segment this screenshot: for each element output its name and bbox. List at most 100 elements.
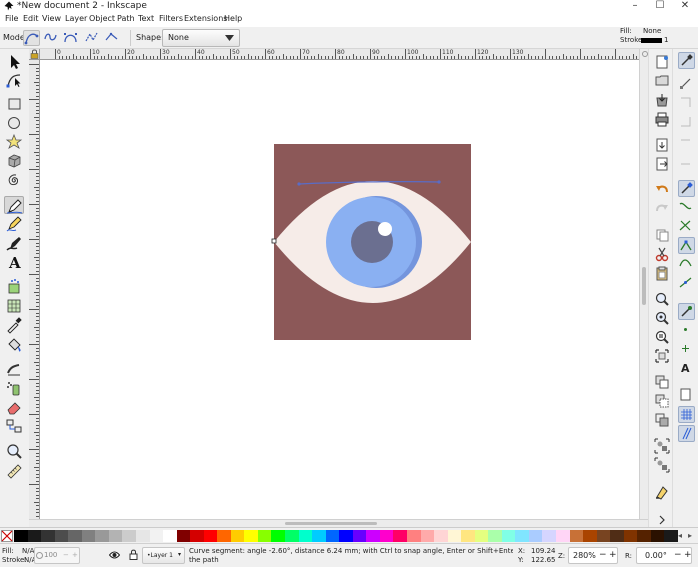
snap-rotation-center-toggle[interactable] (678, 341, 695, 358)
palette-swatch[interactable] (393, 530, 408, 542)
palette-swatch[interactable] (285, 530, 300, 542)
text-tool[interactable]: A (4, 253, 24, 272)
print-icon[interactable] (654, 111, 670, 127)
palette-swatch[interactable] (54, 530, 69, 542)
snap-grid-toggle[interactable] (678, 406, 695, 423)
opacity-decrement-button[interactable]: − (63, 551, 69, 560)
snap-guides-toggle[interactable] (678, 425, 695, 442)
palette-scroll-left-icon[interactable]: ◂ (678, 531, 682, 540)
layer-lock-icon[interactable] (129, 549, 138, 560)
snap-intersections-toggle[interactable] (678, 218, 695, 235)
maximize-button[interactable]: ☐ (647, 0, 673, 12)
palette-swatch[interactable] (122, 530, 137, 542)
snap-bounding-box-toggle[interactable] (678, 76, 695, 93)
snap-paths-toggle[interactable] (678, 199, 695, 216)
menu-view[interactable]: View (42, 13, 61, 25)
rotation-increment-button[interactable]: + (684, 550, 692, 560)
measure-tool[interactable] (4, 461, 24, 479)
palette-swatch[interactable] (298, 530, 313, 542)
snap-nodes-toggle[interactable] (678, 180, 695, 197)
import-icon[interactable] (654, 137, 670, 153)
zoom-drawing-icon[interactable] (654, 310, 670, 326)
palette-swatch[interactable] (434, 530, 449, 542)
eye-highlight[interactable] (378, 222, 392, 236)
selector-tool[interactable] (4, 53, 24, 71)
export-icon[interactable] (654, 156, 670, 172)
stroke-swatch[interactable] (641, 38, 662, 43)
palette-swatch[interactable] (190, 530, 205, 542)
pen-bezier-tool[interactable] (4, 196, 24, 214)
spray-can-tool[interactable] (4, 379, 24, 397)
snap-text-baseline-toggle[interactable]: A (678, 360, 695, 377)
copy-icon[interactable] (654, 227, 670, 243)
palette-swatch[interactable] (379, 530, 394, 542)
layer-dropdown[interactable]: •Layer 1 ▾ (142, 547, 185, 564)
palette-swatch[interactable] (488, 530, 503, 542)
connector-tool[interactable] (4, 417, 24, 435)
path-node-end[interactable] (437, 180, 441, 184)
spiro-mode-button[interactable] (43, 30, 60, 46)
palette-swatch[interactable] (176, 530, 191, 542)
opacity-increment-button[interactable]: + (72, 551, 78, 560)
palette-swatch[interactable] (95, 530, 110, 542)
palette-swatch[interactable] (271, 530, 286, 542)
calligraphy-tool[interactable] (4, 234, 24, 252)
ellipse-tool[interactable] (4, 114, 24, 132)
snap-page-border-toggle[interactable] (678, 387, 695, 404)
menu-path[interactable]: Path (117, 13, 135, 25)
paste-icon[interactable] (654, 265, 670, 281)
palette-swatch[interactable] (81, 530, 96, 542)
fill-stroke-dialog-icon[interactable] (654, 484, 670, 500)
palette-swatch[interactable] (569, 530, 584, 542)
paraxial-mode-button[interactable] (84, 30, 101, 46)
node-tool[interactable] (4, 71, 24, 89)
close-button[interactable]: ✕ (672, 0, 698, 12)
group-icon[interactable] (654, 438, 670, 454)
palette-swatch[interactable] (27, 530, 42, 542)
palette-swatch[interactable] (217, 530, 232, 542)
palette-swatch[interactable] (528, 530, 543, 542)
no-paint-swatch-icon[interactable] (1, 530, 13, 542)
vertical-scroll-thumb[interactable] (642, 267, 646, 305)
vertical-ruler[interactable] (29, 60, 40, 519)
zoom-tool[interactable] (4, 442, 24, 460)
dropper-tool[interactable] (4, 316, 24, 334)
menu-layer[interactable]: Layer (65, 13, 87, 25)
palette-swatch[interactable] (596, 530, 611, 542)
mesh-tool[interactable] (4, 297, 24, 315)
snap-smooth-nodes-toggle[interactable] (678, 256, 695, 273)
palette-swatch[interactable] (352, 530, 367, 542)
regular-bezier-mode-button[interactable] (23, 30, 40, 46)
paint-bucket-tool[interactable] (4, 335, 24, 353)
menu-help[interactable]: Help (224, 13, 242, 25)
palette-swatch[interactable] (610, 530, 625, 542)
zoom-page-icon[interactable] (654, 329, 670, 345)
palette-swatch[interactable] (420, 530, 435, 542)
path-node-start[interactable] (297, 182, 301, 186)
ungroup-icon[interactable] (654, 457, 670, 473)
opacity-spinbox[interactable]: 100 − + (34, 547, 80, 564)
palette-swatch[interactable] (474, 530, 489, 542)
palette-swatch[interactable] (68, 530, 83, 542)
snap-bbox-midpoints-toggle[interactable] (678, 133, 695, 150)
palette-swatch[interactable] (556, 530, 571, 542)
palette-swatch[interactable] (325, 530, 340, 542)
palette-swatch[interactable] (583, 530, 598, 542)
palette-swatch[interactable] (135, 530, 150, 542)
palette-swatch[interactable] (650, 530, 665, 542)
palette-swatch[interactable] (339, 530, 354, 542)
snap-others-toggle[interactable] (678, 303, 695, 320)
menu-filters[interactable]: Filters (159, 13, 183, 25)
zoom-increment-button[interactable]: + (609, 550, 617, 560)
undo-icon[interactable] (654, 182, 670, 198)
snap-object-centers-toggle[interactable] (678, 322, 695, 339)
palette-swatch[interactable] (108, 530, 123, 542)
rectangle-tool[interactable] (4, 95, 24, 113)
duplicate-icon[interactable] (654, 374, 670, 390)
menu-extensions[interactable]: Extensions (184, 13, 227, 25)
palette-swatch[interactable] (501, 530, 516, 542)
palette-swatch[interactable] (230, 530, 245, 542)
menu-object[interactable]: Object (89, 13, 115, 25)
palette-swatch[interactable] (447, 530, 462, 542)
palette-swatch[interactable] (637, 530, 652, 542)
